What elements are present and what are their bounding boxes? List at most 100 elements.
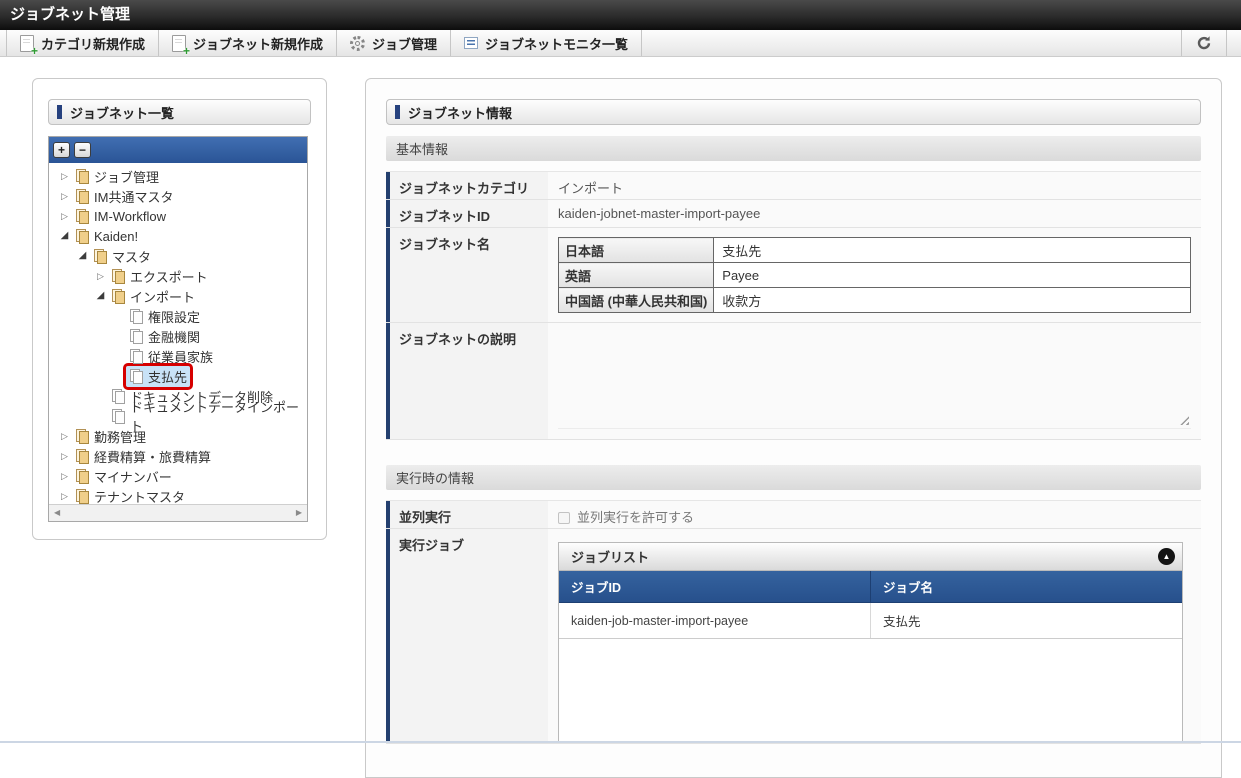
tree-item[interactable]: ▷ マイナンバー — [49, 466, 307, 486]
tree-item-label: Kaiden! — [94, 229, 138, 244]
tree-item[interactable]: ▷ IM-Workflow — [49, 206, 307, 226]
category-icon — [75, 469, 90, 484]
tree-item-label: インポート — [130, 287, 195, 306]
tree-node[interactable]: ジョブ管理 — [72, 166, 162, 187]
toolbar-button-jobnet-monitor-list[interactable]: ジョブネットモニタ一覧 — [451, 30, 642, 56]
tree-node[interactable]: 経費精算・旅費精算 — [72, 446, 214, 467]
category-icon — [75, 229, 90, 244]
category-icon — [75, 489, 90, 504]
tree-item[interactable]: ◢ Kaiden! — [49, 226, 307, 246]
tree-item[interactable]: ◢ インポート — [49, 286, 307, 306]
tree-node[interactable]: マイナンバー — [72, 466, 175, 487]
scroll-right-arrow-icon[interactable]: ▶ — [296, 509, 302, 517]
jobnet-list-header: ジョブネット一覧 — [48, 99, 311, 125]
collapse-icon[interactable]: ◢ — [57, 231, 72, 241]
tree-node[interactable]: Kaiden! — [72, 228, 141, 245]
collapse-icon: ▲ — [1163, 553, 1171, 561]
toolbar-button-label: ジョブネット新規作成 — [193, 34, 323, 53]
field-row-jobnet-id: ジョブネットID kaiden-jobnet-master-import-pay… — [386, 200, 1201, 228]
selected-tree-node[interactable]: 支払先 — [126, 366, 190, 387]
tree-item[interactable]: ▷エクスポート — [49, 266, 307, 286]
tree-node[interactable]: 勤務管理 — [72, 426, 149, 447]
toolbar-button-label: カテゴリ新規作成 — [41, 34, 145, 53]
tree-item[interactable]: ドキュメントデータインポート — [49, 406, 307, 426]
jobnet-list-title: ジョブネット一覧 — [70, 103, 174, 122]
tree-item[interactable]: ▷テナントマスタ — [49, 486, 307, 506]
jobnet-name-value-cell: Payee — [714, 263, 1191, 288]
basic-info-form: ジョブネットカテゴリ インポート ジョブネットID kaiden-jobnet-… — [386, 171, 1201, 440]
tree-item[interactable]: ◢ マスタ — [49, 246, 307, 266]
jobnet-icon — [129, 369, 144, 384]
toolbar-button-create-jobnet[interactable]: ジョブネット新規作成 — [159, 30, 337, 56]
tree-node[interactable]: IM-Workflow — [72, 208, 169, 225]
jobnet-icon — [129, 309, 144, 324]
tree-item[interactable]: 支払先 — [49, 366, 307, 386]
jobnet-name-value-cell: 收款方 — [714, 288, 1191, 313]
collapse-button[interactable]: ▲ — [1158, 548, 1175, 565]
tree-node[interactable]: 金融機関 — [126, 326, 203, 347]
category-icon — [111, 289, 126, 304]
job-table-header-job-id: ジョブID — [559, 571, 871, 603]
category-icon — [93, 249, 108, 264]
language-header-cell: 中国語 (中華人民共和国) — [559, 288, 714, 313]
job-list-panel: ジョブリスト ▲ ジョブID ジョブ名 kaiden-job-master-im… — [558, 542, 1183, 742]
collapse-all-button[interactable]: − — [74, 142, 91, 158]
category-icon — [111, 269, 126, 284]
expand-icon[interactable]: ▷ — [57, 452, 72, 461]
parallel-exec-checkbox[interactable] — [558, 512, 570, 524]
tree-node[interactable]: エクスポート — [108, 266, 211, 287]
job-table-header-row: ジョブID ジョブ名 — [559, 571, 1182, 603]
tree-node[interactable]: IM共通マスタ — [72, 186, 176, 207]
collapse-icon[interactable]: ◢ — [75, 251, 90, 261]
language-header-cell: 日本語 — [559, 238, 714, 263]
field-row-exec-job: 実行ジョブ ジョブリスト ▲ ジョブID ジョブ名 k — [386, 529, 1201, 744]
jobnet-icon — [111, 389, 126, 404]
category-icon — [75, 189, 90, 204]
tree-item-label: IM-Workflow — [94, 209, 166, 224]
expand-icon[interactable]: ▷ — [57, 172, 72, 181]
toolbar-button-create-category[interactable]: カテゴリ新規作成 — [6, 30, 159, 56]
expand-icon[interactable]: ▷ — [57, 472, 72, 481]
tree-item[interactable]: 権限設定 — [49, 306, 307, 326]
tree-item-label: 勤務管理 — [94, 427, 146, 446]
job-table-row[interactable]: kaiden-job-master-import-payee支払先 — [559, 603, 1182, 639]
tree-item-label: マイナンバー — [94, 467, 172, 486]
toolbar-button-job-management[interactable]: ジョブ管理 — [337, 30, 451, 56]
tree-item[interactable]: 金融機関 — [49, 326, 307, 346]
jobnet-name-row: 英語Payee — [559, 263, 1191, 288]
jobnet-name-row: 中国語 (中華人民共和国)收款方 — [559, 288, 1191, 313]
scroll-left-arrow-icon[interactable]: ◀ — [54, 509, 60, 517]
list-icon — [464, 37, 478, 49]
refresh-icon — [1196, 35, 1212, 51]
horizontal-scrollbar[interactable]: ◀ ▶ — [49, 504, 307, 521]
field-label-jobnet-id: ジョブネットID — [386, 200, 548, 227]
job-table: ジョブID ジョブ名 kaiden-job-master-import-paye… — [559, 571, 1182, 639]
language-header-cell: 英語 — [559, 263, 714, 288]
section-header-runtime: 実行時の情報 — [386, 465, 1201, 490]
expand-icon[interactable]: ▷ — [57, 432, 72, 441]
field-row-description: ジョブネットの説明 — [386, 323, 1201, 440]
tree-node[interactable]: 従業員家族 — [126, 346, 216, 367]
expand-icon[interactable]: ▷ — [57, 212, 72, 221]
jobnet-description-textarea[interactable] — [558, 331, 1191, 429]
tree-item-label: 従業員家族 — [148, 347, 213, 366]
tree-node[interactable]: マスタ — [90, 246, 154, 267]
tree-item[interactable]: ▷IM共通マスタ — [49, 186, 307, 206]
collapse-icon[interactable]: ◢ — [93, 291, 108, 301]
expand-icon[interactable]: ▷ — [57, 492, 72, 501]
field-row-jobnet-name: ジョブネット名 日本語支払先英語Payee中国語 (中華人民共和国)收款方 — [386, 228, 1201, 323]
tree-item[interactable]: 従業員家族 — [49, 346, 307, 366]
tree-item-label: マスタ — [112, 247, 151, 266]
category-icon — [75, 209, 90, 224]
jobnet-info-panel: ジョブネット情報 基本情報 ジョブネットカテゴリ インポート ジョブネットID … — [365, 78, 1222, 778]
refresh-button[interactable] — [1181, 30, 1227, 56]
tree-item[interactable]: ▷経費精算・旅費精算 — [49, 446, 307, 466]
expand-all-button[interactable]: + — [53, 142, 70, 158]
tree-node[interactable]: 権限設定 — [126, 306, 203, 327]
expand-icon[interactable]: ▷ — [57, 192, 72, 201]
tree-item[interactable]: ▷ジョブ管理 — [49, 166, 307, 186]
toolbar-spacer — [642, 30, 1181, 56]
resize-grip-icon[interactable] — [1179, 415, 1189, 425]
expand-icon[interactable]: ▷ — [93, 272, 108, 281]
tree-node[interactable]: インポート — [108, 286, 198, 307]
